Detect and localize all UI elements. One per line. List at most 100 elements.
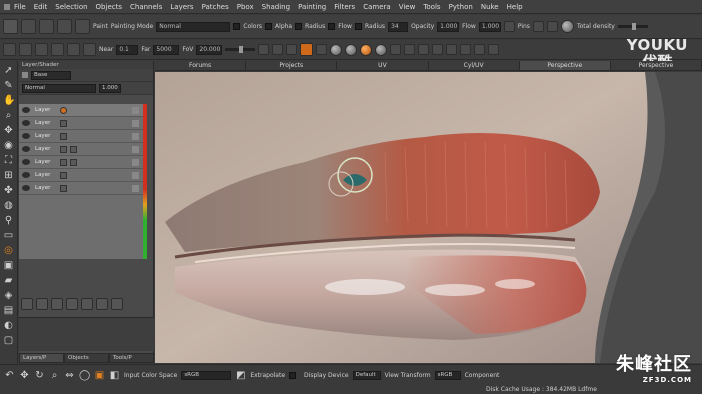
eraser-icon[interactable]: ▭ bbox=[3, 230, 14, 241]
move-view-icon[interactable]: ✥ bbox=[19, 370, 30, 381]
near-field[interactable]: 0.1 bbox=[116, 44, 139, 55]
transform-icon[interactable]: ⛶ bbox=[3, 155, 14, 166]
brush-icon[interactable] bbox=[57, 19, 72, 34]
shaded-ball-icon[interactable] bbox=[375, 43, 388, 56]
shadow-icon[interactable] bbox=[272, 44, 284, 55]
tab-projects[interactable]: Projects bbox=[246, 61, 338, 70]
visibility-icon[interactable] bbox=[22, 159, 30, 165]
grid-icon[interactable] bbox=[546, 21, 558, 32]
paint-brush-icon[interactable]: ✎ bbox=[3, 80, 14, 91]
menu-nuke[interactable]: Nuke bbox=[477, 3, 503, 11]
color-space-icon[interactable]: ◧ bbox=[109, 370, 120, 381]
opacity-field[interactable]: 1.000 bbox=[437, 21, 460, 32]
matcap-ball-icon[interactable] bbox=[345, 43, 358, 56]
stamp-icon[interactable] bbox=[21, 19, 36, 34]
adjustment-icon[interactable] bbox=[66, 298, 78, 310]
menu-channels[interactable]: Channels bbox=[126, 3, 166, 11]
visibility-icon[interactable] bbox=[22, 146, 30, 152]
lock-icon[interactable] bbox=[132, 172, 139, 179]
tab-perspective[interactable]: Perspective bbox=[519, 61, 611, 70]
sphere-icon[interactable] bbox=[67, 43, 80, 56]
menu-patches[interactable]: Patches bbox=[198, 3, 233, 11]
menu-camera[interactable]: Camera bbox=[359, 3, 394, 11]
color-picker-icon[interactable]: ◎ bbox=[3, 245, 14, 256]
move-icon[interactable]: ✥ bbox=[3, 125, 14, 136]
delete-layer-icon[interactable] bbox=[111, 298, 123, 310]
brush-options-icon[interactable] bbox=[75, 19, 90, 34]
tab-layers[interactable]: Layers/P bbox=[19, 353, 64, 363]
blend-amount-field[interactable]: 1.000 bbox=[99, 83, 121, 93]
bake-icon[interactable]: ▣ bbox=[3, 260, 14, 271]
layer-row[interactable]: Layer bbox=[19, 156, 143, 169]
menu-python[interactable]: Python bbox=[445, 3, 477, 11]
visibility-icon[interactable] bbox=[22, 133, 30, 139]
image-icon[interactable]: ▢ bbox=[3, 335, 14, 346]
cursor-icon[interactable] bbox=[404, 44, 416, 55]
zoom-view-icon[interactable]: ⌕ bbox=[49, 370, 60, 381]
frame-icon[interactable] bbox=[390, 44, 402, 55]
tab-objects[interactable]: Objects bbox=[64, 353, 109, 363]
menu-selection[interactable]: Selection bbox=[51, 3, 91, 11]
merge-layer-icon[interactable] bbox=[96, 298, 108, 310]
wireframe-icon[interactable] bbox=[286, 44, 298, 55]
lock-icon[interactable] bbox=[132, 107, 139, 114]
layer-panel-title[interactable]: Layer/Shader bbox=[19, 61, 153, 69]
tab-cyl-uv[interactable]: Cyl/UV bbox=[429, 61, 520, 70]
fov-slider[interactable] bbox=[225, 46, 256, 53]
eyedropper-icon[interactable]: ⚲ bbox=[3, 215, 14, 226]
clone-icon[interactable]: ⊞ bbox=[3, 170, 14, 181]
layer-row[interactable]: Layer bbox=[19, 182, 143, 195]
menu-view[interactable]: View bbox=[395, 3, 420, 11]
projection-icon[interactable]: ▤ bbox=[3, 305, 14, 316]
lock-icon[interactable] bbox=[132, 133, 139, 140]
menu-pbox[interactable]: Pbox bbox=[233, 3, 258, 11]
layer-row[interactable]: Layer bbox=[19, 130, 143, 143]
lock-icon[interactable] bbox=[132, 146, 139, 153]
add-mask-icon[interactable] bbox=[51, 298, 63, 310]
duplicate-layer-icon[interactable] bbox=[81, 298, 93, 310]
alpha-checkbox[interactable] bbox=[265, 23, 273, 30]
grid-toggle-icon[interactable] bbox=[418, 44, 430, 55]
zoom-icon[interactable]: ⌕ bbox=[3, 110, 14, 121]
render-mode-icon[interactable]: ▣ bbox=[94, 370, 105, 381]
layer-row[interactable]: Layer bbox=[19, 143, 143, 156]
visibility-icon[interactable] bbox=[22, 107, 30, 113]
menu-painting[interactable]: Painting bbox=[294, 3, 330, 11]
flow-field[interactable]: 1.000 bbox=[478, 21, 501, 32]
display-icon[interactable] bbox=[316, 44, 328, 55]
brush-preset-icon[interactable] bbox=[3, 19, 18, 34]
camera-icon[interactable] bbox=[83, 43, 96, 56]
mesh-icon[interactable] bbox=[35, 43, 48, 56]
menu-help[interactable]: Help bbox=[503, 3, 527, 11]
visibility-icon[interactable] bbox=[22, 185, 30, 191]
menu-edit[interactable]: Edit bbox=[30, 3, 52, 11]
radius2-checkbox[interactable] bbox=[354, 23, 362, 30]
lock-icon[interactable] bbox=[3, 43, 16, 56]
add-layer-icon[interactable] bbox=[21, 298, 33, 310]
graph-icon[interactable]: ◈ bbox=[3, 290, 14, 301]
rotate-view-icon[interactable]: ↻ bbox=[34, 370, 45, 381]
select-arrow-icon[interactable]: ➚ bbox=[3, 65, 14, 76]
tab-perspective-2[interactable]: Perspective bbox=[611, 61, 702, 70]
far-field[interactable]: 5000 bbox=[153, 44, 180, 55]
add-group-icon[interactable] bbox=[36, 298, 48, 310]
fill-icon[interactable]: ◉ bbox=[3, 140, 14, 151]
radius-checkbox[interactable] bbox=[295, 23, 303, 30]
colors-checkbox[interactable] bbox=[233, 23, 241, 30]
tab-uv[interactable]: UV bbox=[337, 61, 429, 70]
smudge-icon[interactable]: ✤ bbox=[3, 185, 14, 196]
density-slider[interactable] bbox=[617, 23, 648, 30]
brush-small-icon[interactable] bbox=[460, 44, 472, 55]
lock-icon[interactable] bbox=[132, 120, 139, 127]
view-transform-select[interactable]: sRGB bbox=[434, 370, 461, 380]
extrapolate-checkbox[interactable] bbox=[289, 371, 297, 379]
menu-file[interactable]: File bbox=[10, 3, 30, 11]
tab-tools[interactable]: Tools/P bbox=[109, 353, 154, 363]
frame-view-icon[interactable]: ◯ bbox=[79, 370, 90, 381]
brush-medium-icon[interactable] bbox=[474, 44, 486, 55]
toolbar-options-icon[interactable] bbox=[503, 21, 515, 32]
ruler-icon[interactable] bbox=[446, 44, 458, 55]
fov-field[interactable]: 20.000 bbox=[196, 44, 223, 55]
stamp-tool-icon[interactable]: ▰ bbox=[3, 275, 14, 286]
render-icon[interactable] bbox=[300, 43, 314, 56]
